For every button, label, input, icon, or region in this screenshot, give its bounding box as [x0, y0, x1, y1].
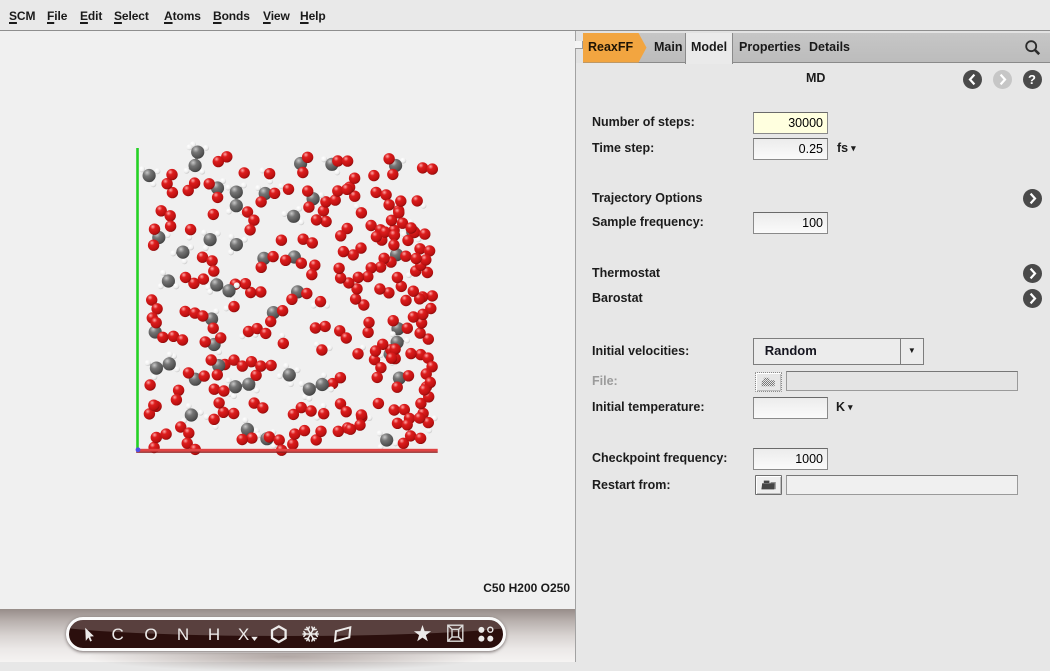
svg-text:O: O	[144, 625, 157, 644]
svg-text:H: H	[208, 625, 220, 644]
svg-text:X: X	[238, 625, 249, 644]
svg-text:N: N	[177, 625, 189, 644]
svg-text:C: C	[112, 625, 124, 644]
